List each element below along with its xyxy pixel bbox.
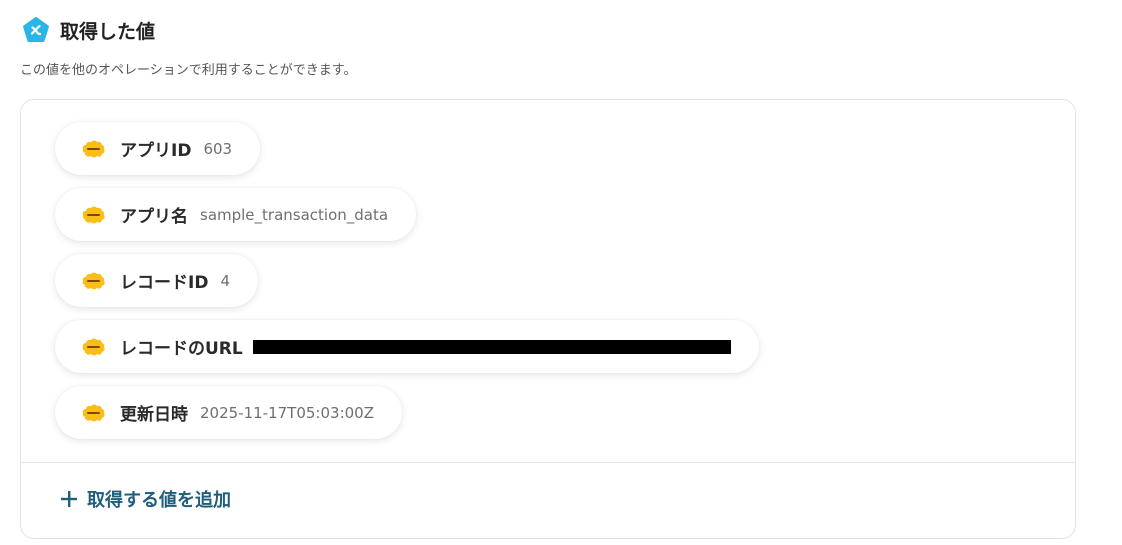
value-text: 4 [220,271,230,290]
kintone-logo-icon [82,206,105,223]
plus-icon [61,491,77,507]
value-label: アプリID [120,141,192,161]
value-chip-app-id[interactable]: アプリID 603 [55,122,261,175]
add-value-label: 取得する値を追加 [87,490,231,511]
value-chip-app-name[interactable]: アプリ名 sample_transaction_data [55,188,417,241]
section-header: 取得した値 [22,16,155,44]
value-chip-updated-at[interactable]: 更新日時 2025-11-17T05:03:00Z [55,386,402,439]
value-label: レコードID [120,273,209,293]
value-chip-record-url[interactable]: レコードのURL [55,320,759,373]
kintone-logo-icon [82,338,105,355]
value-label: 更新日時 [120,405,188,425]
add-value-button[interactable]: 取得する値を追加 [59,486,231,512]
kintone-logo-icon [82,272,105,289]
value-text: 603 [203,139,233,158]
card-divider [21,462,1075,463]
value-label: アプリ名 [120,207,188,227]
value-text: 2025-11-17T05:03:00Z [200,403,374,422]
kintone-logo-icon [82,404,105,421]
value-text: sample_transaction_data [200,205,389,224]
value-label: レコードのURL [120,339,243,359]
page-title: 取得した値 [60,20,156,43]
yoom-pentagon-icon [22,16,50,44]
redacted-url-bar [252,339,731,354]
page-subtitle: この値を他のオペレーションで利用することができます。 [20,63,357,78]
values-card: アプリID 603 アプリ名 sample_transaction_data レ… [20,99,1076,539]
kintone-logo-icon [82,140,105,157]
value-chip-record-id[interactable]: レコードID 4 [55,254,258,307]
